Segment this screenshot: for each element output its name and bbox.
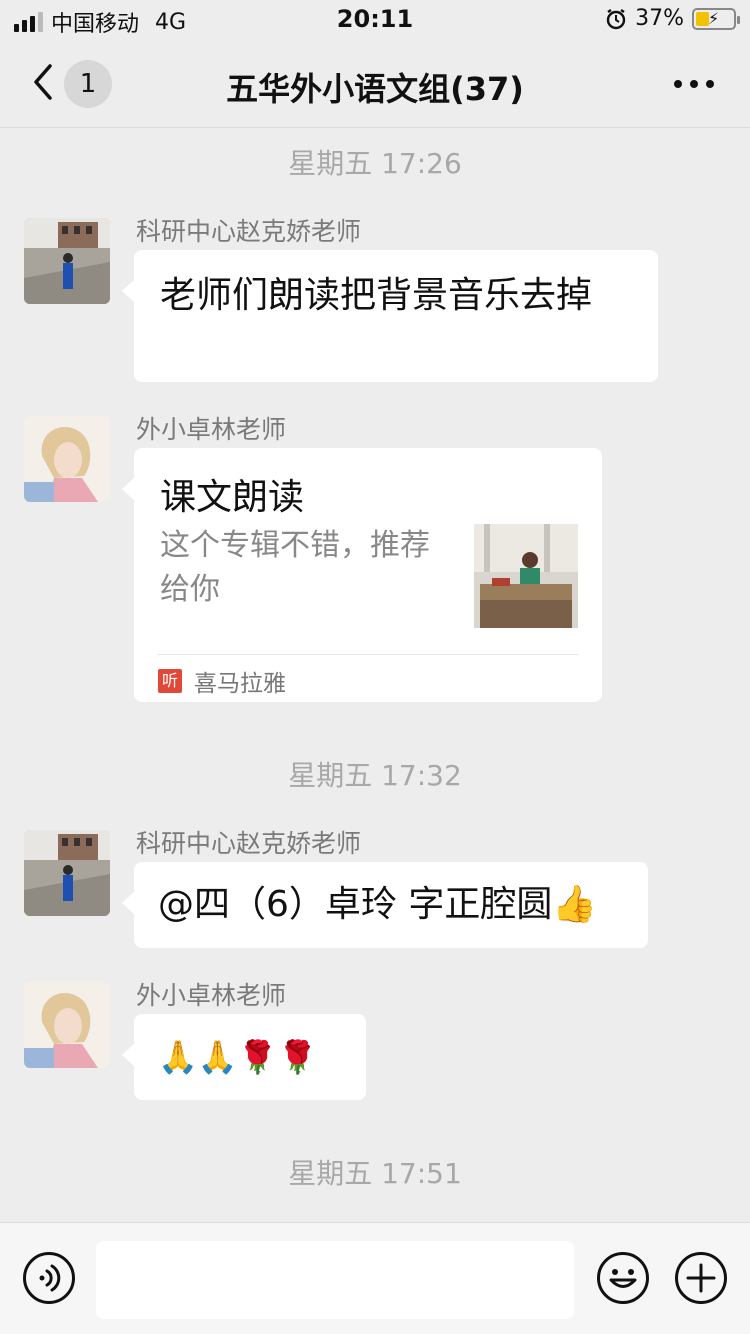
time-label: 星期五 17:26 [288, 147, 462, 180]
alarm-icon [606, 8, 626, 29]
share-card[interactable]: 课文朗读 这个专辑不错，推荐给你 听 喜马拉雅 [122, 448, 602, 702]
sender-name: 科研中心赵克娇老师 [136, 829, 362, 858]
sender-name: 外小卓林老师 [136, 981, 287, 1010]
status-bar: 中国移动 4G 20:11 37% ⚡ [0, 0, 750, 40]
emoji-icon[interactable] [596, 1251, 650, 1305]
ximalaya-logo-icon: 听 [158, 669, 182, 693]
input-bar [0, 1222, 750, 1334]
card-thumbnail [474, 524, 578, 628]
message-text: 老师们朗读把背景音乐去掉 [160, 275, 593, 316]
chat-header: 1 五华外小语文组(37) [0, 40, 750, 128]
chat-title: 五华外小语文组(37) [226, 70, 524, 108]
time-label: 星期五 17:32 [288, 759, 462, 792]
message-bubble[interactable]: @四（6）卓玲 字正腔圆👍 [122, 862, 648, 948]
sender-name: 外小卓林老师 [136, 415, 287, 444]
avatar[interactable] [24, 218, 110, 304]
plus-icon[interactable] [674, 1251, 728, 1305]
avatar[interactable] [24, 416, 110, 502]
card-source: 听 喜马拉雅 [158, 664, 286, 698]
avatar[interactable] [24, 830, 110, 916]
status-right: 37% ⚡ [605, 6, 740, 31]
message-bubble[interactable]: 🙏🙏🌹🌹 [122, 1014, 366, 1100]
voice-icon[interactable] [22, 1251, 76, 1305]
card-title: 课文朗读 [160, 477, 305, 518]
more-dots-icon[interactable] [674, 80, 714, 88]
sender-name: 科研中心赵克娇老师 [136, 217, 362, 246]
battery-icon: ⚡ [692, 7, 740, 30]
message-text: 🙏🙏🌹🌹 [158, 1038, 318, 1076]
message-text: @四（6）卓玲 字正腔圆👍 [158, 884, 598, 925]
card-divider [158, 654, 578, 655]
avatar[interactable] [24, 982, 110, 1068]
time-label: 星期五 17:51 [288, 1157, 462, 1190]
card-description: 这个专辑不错，推荐给你 [160, 528, 430, 607]
card-source-label: 喜马拉雅 [194, 671, 286, 697]
message-input[interactable] [96, 1241, 574, 1319]
charging-icon: ⚡ [708, 8, 720, 28]
message-bubble[interactable]: 老师们朗读把背景音乐去掉 [122, 250, 658, 382]
battery-percent: 37% [635, 6, 684, 31]
